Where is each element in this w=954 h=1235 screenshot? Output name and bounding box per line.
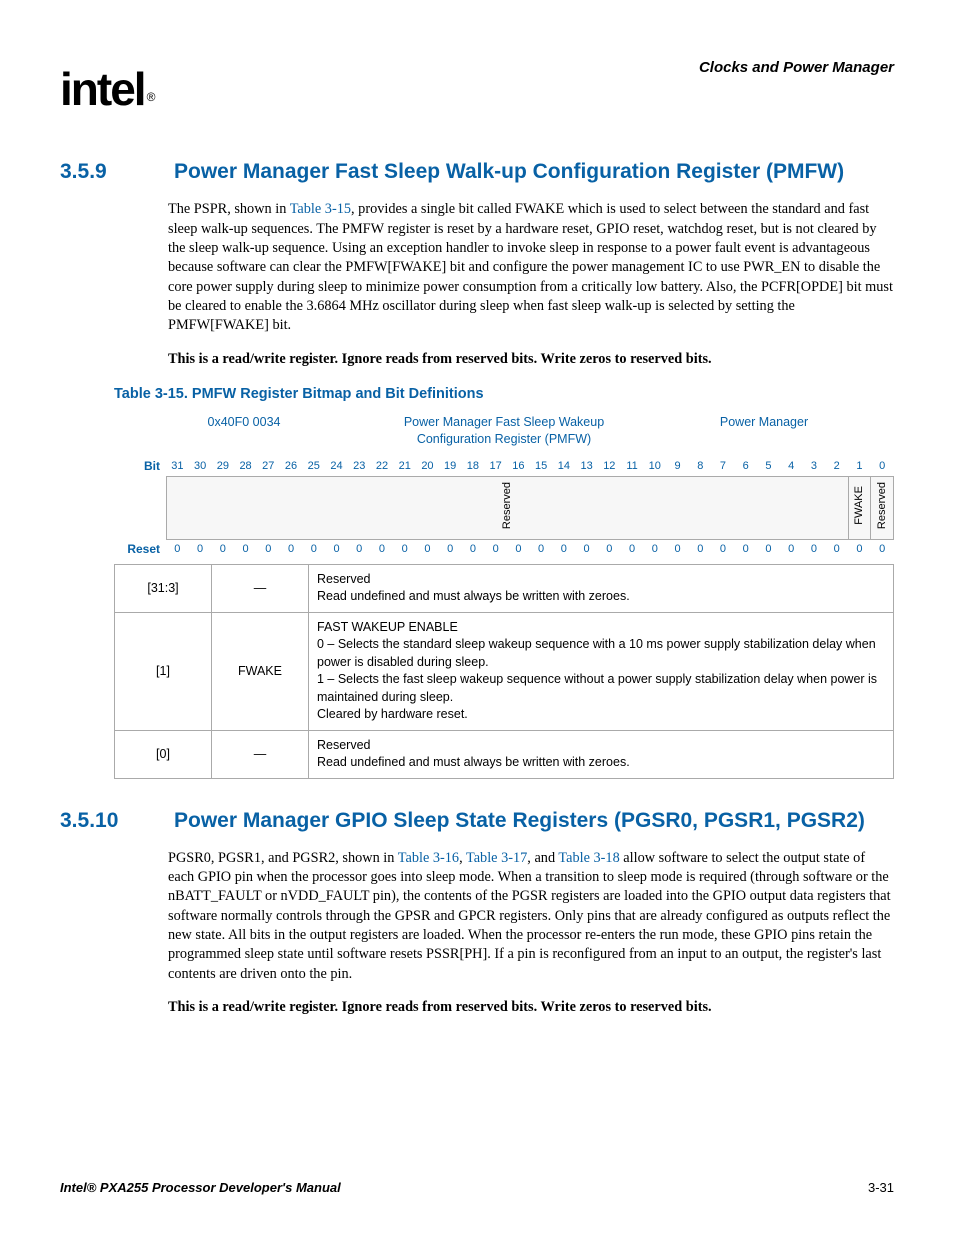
link-table-3-18[interactable]: Table 3-18: [558, 850, 619, 866]
bit-number: 11: [621, 456, 644, 476]
bit-number: 27: [257, 456, 280, 476]
reset-value: 0: [257, 539, 280, 559]
reset-value: 0: [552, 539, 575, 559]
bit-number: 9: [666, 456, 689, 476]
reset-value: 0: [666, 539, 689, 559]
intel-logo: intel®: [60, 58, 151, 120]
reset-value: 0: [211, 539, 234, 559]
reset-value: 0: [598, 539, 621, 559]
bit-number: 18: [462, 456, 485, 476]
register-note: This is a read/write register. Ignore re…: [168, 998, 894, 1017]
chapter-header: Clocks and Power Manager: [699, 58, 894, 78]
bit-field-row: Reserved FWAKE Reserved: [114, 476, 894, 539]
reset-value: 0: [462, 539, 485, 559]
bit-number: 29: [211, 456, 234, 476]
register-block: Power Manager: [634, 414, 894, 448]
table-row: [1] FWAKE FAST WAKEUP ENABLE 0 – Selects…: [115, 612, 894, 730]
bit-number: 8: [689, 456, 712, 476]
reset-value: 0: [234, 539, 257, 559]
bit-number: 30: [189, 456, 212, 476]
bit-number: 22: [371, 456, 394, 476]
section-number: 3.5.10: [60, 807, 138, 835]
reset-value: 0: [166, 539, 189, 559]
reset-value-row: Reset 00000000000000000000000000000000: [114, 539, 894, 559]
reset-value: 0: [757, 539, 780, 559]
reset-value: 0: [189, 539, 212, 559]
reset-value: 0: [530, 539, 553, 559]
bit-number-row: Bit 313029282726252423222120191817161514…: [114, 456, 894, 476]
table-row: [31:3] — Reserved Read undefined and mus…: [115, 564, 894, 612]
section-paragraph: The PSPR, shown in Table 3-15, provides …: [168, 200, 894, 335]
reset-value: 0: [484, 539, 507, 559]
table-caption: Table 3-15. PMFW Register Bitmap and Bit…: [114, 385, 894, 405]
bit-number: 10: [643, 456, 666, 476]
bit-number: 24: [325, 456, 348, 476]
bit-number: 16: [507, 456, 530, 476]
bit-number: 20: [416, 456, 439, 476]
section-paragraph: PGSR0, PGSR1, and PGSR2, shown in Table …: [168, 849, 894, 984]
reset-value: 0: [734, 539, 757, 559]
reset-value: 0: [621, 539, 644, 559]
bit-number: 15: [530, 456, 553, 476]
bit-number: 19: [439, 456, 462, 476]
bit-number: 5: [757, 456, 780, 476]
reset-value: 0: [280, 539, 303, 559]
bit-number: 28: [234, 456, 257, 476]
link-table-3-17[interactable]: Table 3-17: [466, 850, 527, 866]
bit-number: 31: [166, 456, 189, 476]
reset-value: 0: [348, 539, 371, 559]
register-note: This is a read/write register. Ignore re…: [168, 350, 894, 369]
bit-number: 26: [280, 456, 303, 476]
reset-value: 0: [507, 539, 530, 559]
section-title: Power Manager GPIO Sleep State Registers…: [174, 807, 865, 835]
bit-number: 2: [825, 456, 848, 476]
reset-value: 0: [825, 539, 848, 559]
footer-title: Intel® PXA255 Processor Developer's Manu…: [60, 1179, 341, 1197]
reset-value: 0: [575, 539, 598, 559]
bit-number: 0: [871, 456, 894, 476]
reset-value: 0: [302, 539, 325, 559]
section-title: Power Manager Fast Sleep Walk-up Configu…: [174, 158, 844, 186]
reset-value: 0: [689, 539, 712, 559]
bit-number: 7: [712, 456, 735, 476]
register-bitmap: 0x40F0 0034 Power Manager Fast Sleep Wak…: [114, 414, 894, 778]
bit-number: 1: [848, 456, 871, 476]
register-name: Power Manager Fast Sleep Wakeup Configur…: [374, 414, 634, 448]
reset-value: 0: [371, 539, 394, 559]
bit-number: 12: [598, 456, 621, 476]
bit-number: 4: [780, 456, 803, 476]
bit-number: 3: [803, 456, 826, 476]
reset-value: 0: [325, 539, 348, 559]
table-row: [0] — Reserved Read undefined and must a…: [115, 730, 894, 778]
reset-value: 0: [712, 539, 735, 559]
register-address: 0x40F0 0034: [114, 414, 374, 448]
reset-value: 0: [643, 539, 666, 559]
reset-value: 0: [803, 539, 826, 559]
reset-value: 0: [439, 539, 462, 559]
section-number: 3.5.9: [60, 158, 138, 186]
reset-value: 0: [848, 539, 871, 559]
bit-number: 17: [484, 456, 507, 476]
bit-number: 6: [734, 456, 757, 476]
reset-value: 0: [780, 539, 803, 559]
reset-value: 0: [416, 539, 439, 559]
bit-number: 14: [552, 456, 575, 476]
bit-description-table: [31:3] — Reserved Read undefined and mus…: [114, 564, 894, 779]
bit-number: 25: [302, 456, 325, 476]
link-table-3-16[interactable]: Table 3-16: [398, 850, 459, 866]
page-number: 3-31: [868, 1179, 894, 1197]
link-table-3-15[interactable]: Table 3-15: [290, 201, 351, 217]
bit-number: 21: [393, 456, 416, 476]
reset-value: 0: [871, 539, 894, 559]
reset-value: 0: [393, 539, 416, 559]
bit-number: 23: [348, 456, 371, 476]
bit-number: 13: [575, 456, 598, 476]
